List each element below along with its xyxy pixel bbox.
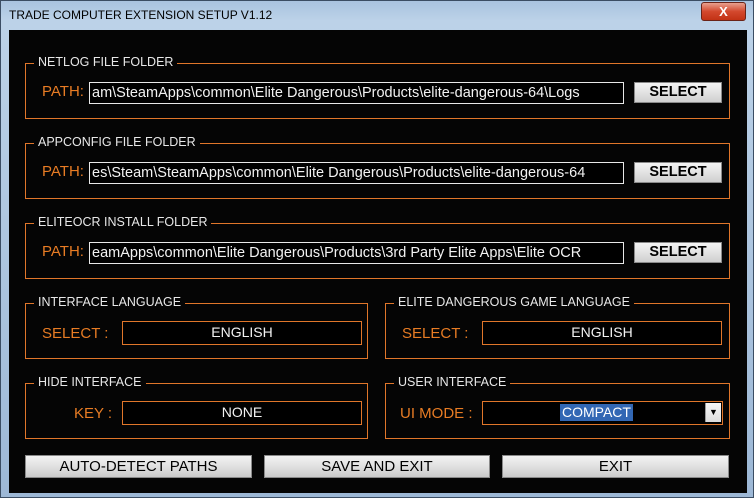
appconfig-path-label: PATH: xyxy=(42,163,84,180)
ui-mode-selected-value: COMPACT xyxy=(560,404,633,421)
save-and-exit-button[interactable]: SAVE AND EXIT xyxy=(264,455,490,478)
client-area: NETLOG FILE FOLDER PATH: am\SteamApps\co… xyxy=(9,30,747,493)
interface-language-group: INTERFACE LANGUAGE SELECT : ENGLISH xyxy=(25,295,368,359)
title-bar[interactable]: TRADE COMPUTER EXTENSION SETUP V1.12 X xyxy=(1,1,754,29)
hide-interface-key-label: KEY : xyxy=(74,405,113,422)
ui-mode-dropdown[interactable]: COMPACT ▼ xyxy=(482,401,723,425)
netlog-path-field[interactable]: am\SteamApps\common\Elite Dangerous\Prod… xyxy=(89,82,624,104)
chevron-down-icon[interactable]: ▼ xyxy=(705,403,721,422)
close-icon[interactable]: X xyxy=(719,4,728,19)
appconfig-path-field[interactable]: es\Steam\SteamApps\common\Elite Dangerou… xyxy=(89,162,624,184)
hide-interface-key-field[interactable]: NONE xyxy=(122,401,362,425)
game-language-group: ELITE DANGEROUS GAME LANGUAGE SELECT : E… xyxy=(385,295,730,359)
setup-window: TRADE COMPUTER EXTENSION SETUP V1.12 X N… xyxy=(0,0,754,498)
interface-language-legend: INTERFACE LANGUAGE xyxy=(34,295,186,309)
game-language-legend: ELITE DANGEROUS GAME LANGUAGE xyxy=(394,295,634,309)
auto-detect-paths-button[interactable]: AUTO-DETECT PATHS xyxy=(25,455,252,478)
ui-mode-label: UI MODE : xyxy=(400,405,473,422)
exit-button[interactable]: EXIT xyxy=(502,455,729,478)
netlog-legend: NETLOG FILE FOLDER xyxy=(34,55,178,69)
appconfig-legend: APPCONFIG FILE FOLDER xyxy=(34,135,200,149)
interface-language-select[interactable]: ENGLISH xyxy=(122,321,362,345)
user-interface-legend: USER INTERFACE xyxy=(394,375,511,389)
user-interface-group: USER INTERFACE UI MODE : COMPACT ▼ xyxy=(385,375,730,439)
eliteocr-path-field[interactable]: eamApps\common\Elite Dangerous\Products\… xyxy=(89,242,624,264)
appconfig-group: APPCONFIG FILE FOLDER PATH: es\Steam\Ste… xyxy=(25,135,730,199)
game-language-label: SELECT : xyxy=(402,325,469,342)
hide-interface-legend: HIDE INTERFACE xyxy=(34,375,146,389)
netlog-path-label: PATH: xyxy=(42,83,84,100)
netlog-group: NETLOG FILE FOLDER PATH: am\SteamApps\co… xyxy=(25,55,730,119)
hide-interface-group: HIDE INTERFACE KEY : NONE xyxy=(25,375,368,439)
netlog-select-button[interactable]: SELECT xyxy=(634,82,722,103)
game-language-select[interactable]: ENGLISH xyxy=(482,321,722,345)
eliteocr-select-button[interactable]: SELECT xyxy=(634,242,722,263)
eliteocr-group: ELITEOCR INSTALL FOLDER PATH: eamApps\co… xyxy=(25,215,730,279)
close-button[interactable]: X xyxy=(701,2,746,21)
appconfig-path-value: es\Steam\SteamApps\common\Elite Dangerou… xyxy=(92,165,586,181)
eliteocr-path-value: eamApps\common\Elite Dangerous\Products\… xyxy=(92,245,582,261)
appconfig-select-button[interactable]: SELECT xyxy=(634,162,722,183)
interface-language-label: SELECT : xyxy=(42,325,109,342)
eliteocr-path-label: PATH: xyxy=(42,243,84,260)
eliteocr-legend: ELITEOCR INSTALL FOLDER xyxy=(34,215,212,229)
window-title: TRADE COMPUTER EXTENSION SETUP V1.12 xyxy=(9,8,273,22)
netlog-path-value: am\SteamApps\common\Elite Dangerous\Prod… xyxy=(92,85,580,101)
